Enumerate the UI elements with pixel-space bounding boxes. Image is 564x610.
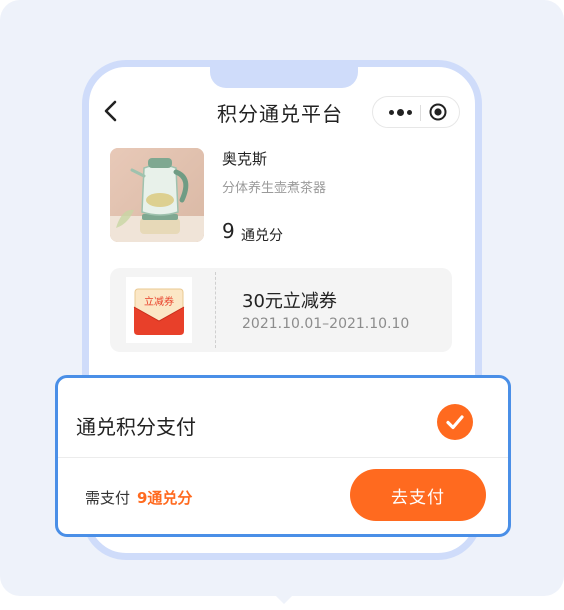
product-points-unit: 通兑分 [241,228,283,244]
background-pointer [270,590,298,604]
mini-program-capsule [372,96,460,128]
coupon-icon-label: 立减券 [144,295,174,308]
pay-button[interactable]: 去支付 [350,469,486,521]
coupon-divider [215,272,216,348]
more-dots-icon [388,109,394,115]
chevron-left-icon [104,100,117,122]
payment-method-label: 通兑积分支付 [76,415,196,439]
tea-kettle-image [110,148,204,242]
phone-notch [210,60,358,88]
product-image [110,148,204,242]
amount-due-value: 9通兑分 [137,489,193,507]
product-points-value: 9 [222,219,235,243]
close-mini-program-button[interactable] [428,102,448,122]
capsule-divider [420,105,421,121]
amount-due-label: 需支付 [85,489,131,507]
target-circle-icon [429,103,447,121]
coupon-validity: 2021.10.01–2021.10.10 [242,316,410,332]
more-button[interactable] [383,97,417,127]
sheet-divider [58,457,508,458]
coupon-envelope-icon: 立减券 [133,288,185,335]
product-name: 奥克斯 [222,150,268,168]
page-title: 积分通兑平台 [217,102,343,126]
more-dots-icon [396,108,404,116]
checkmark-icon [446,415,464,430]
coupon-card: 立减券 30元立减券 2021.10.01–2021.10.10 [110,268,452,352]
payment-sheet: 通兑积分支付 需支付 9通兑分 去支付 [55,375,511,537]
coupon-icon-box: 立减券 [126,277,192,343]
product-description: 分体养生壶煮茶器 [222,181,327,196]
more-dots-icon [406,109,412,115]
coupon-title: 30元立减券 [242,291,337,312]
payment-method-checkbox[interactable] [437,404,473,440]
back-button[interactable] [100,97,122,125]
